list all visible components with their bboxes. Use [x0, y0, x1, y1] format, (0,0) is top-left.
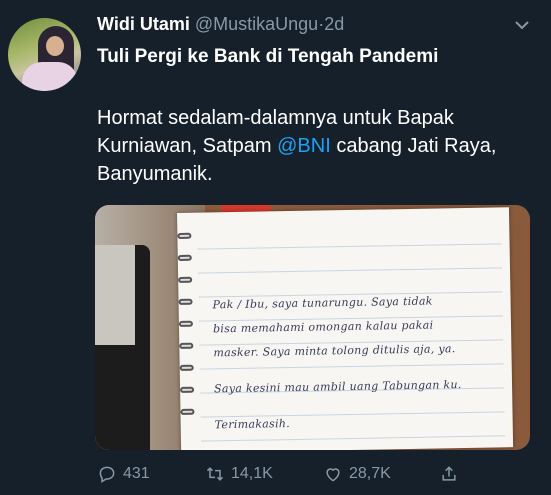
avatar-cloth [22, 62, 78, 91]
ring [179, 342, 194, 349]
retweet-icon [206, 467, 224, 481]
share-icon [442, 466, 456, 481]
photo-person [95, 245, 150, 450]
reply-button[interactable]: 431 [97, 464, 150, 484]
avatar-face [46, 36, 64, 56]
ring [180, 408, 195, 415]
heart-icon [326, 468, 340, 482]
ruled-line [200, 435, 505, 442]
like-count: 28,7K [349, 465, 391, 482]
photo-person-shirt [95, 245, 135, 345]
ruled-line [200, 411, 505, 418]
handwritten-line: Pak / Ibu, saya tunarungu. Saya tidak [212, 294, 433, 312]
retweet-count: 14,1K [231, 465, 273, 482]
handwritten-line: masker. Saya minta tolong ditulis aja, y… [213, 342, 456, 360]
ring [177, 232, 192, 239]
share-button[interactable] [439, 464, 459, 484]
chevron-down-icon[interactable] [513, 18, 531, 32]
reply-count: 431 [123, 465, 150, 482]
ring [177, 254, 192, 261]
tweet-timestamp[interactable]: 2d [324, 14, 344, 34]
handwritten-line: Saya kesini mau ambil uang Tabungan ku. [213, 378, 462, 396]
tweet-photo[interactable]: Pak / Ibu, saya tunarungu. Saya tidak bi… [95, 205, 530, 450]
mention-link[interactable]: @BNI [277, 135, 331, 157]
tweet-header: Widi Utami @MustikaUngu·2d [97, 14, 537, 38]
avatar[interactable] [8, 18, 81, 91]
retweet-button[interactable]: 14,1K [205, 464, 273, 484]
tweet-title: Tuli Pergi ke Bank di Tengah Pandemi [97, 46, 439, 67]
display-name[interactable]: Widi Utami [97, 14, 190, 34]
ring [178, 276, 193, 283]
tweet-actions: 431 14,1K 28,7K [97, 464, 537, 486]
reply-icon [99, 466, 115, 483]
ruled-line [197, 243, 502, 250]
ruled-line [198, 267, 503, 274]
user-handle[interactable]: @MustikaUngu [195, 14, 318, 34]
ring [179, 364, 194, 371]
notebook-rings [177, 232, 195, 443]
handwritten-line: bisa memahami omongan kalau pakai [212, 318, 434, 336]
ring [178, 298, 193, 305]
ruled-line [199, 363, 504, 370]
notebook-page: Pak / Ibu, saya tunarungu. Saya tidak bi… [177, 207, 514, 450]
ring [178, 320, 193, 327]
like-button[interactable]: 28,7K [323, 464, 391, 484]
handwritten-line: Terimakasih. [214, 417, 291, 432]
tweet-body: Hormat sedalam-dalamnya untuk Bapak Kurn… [97, 104, 527, 188]
ring [180, 386, 195, 393]
